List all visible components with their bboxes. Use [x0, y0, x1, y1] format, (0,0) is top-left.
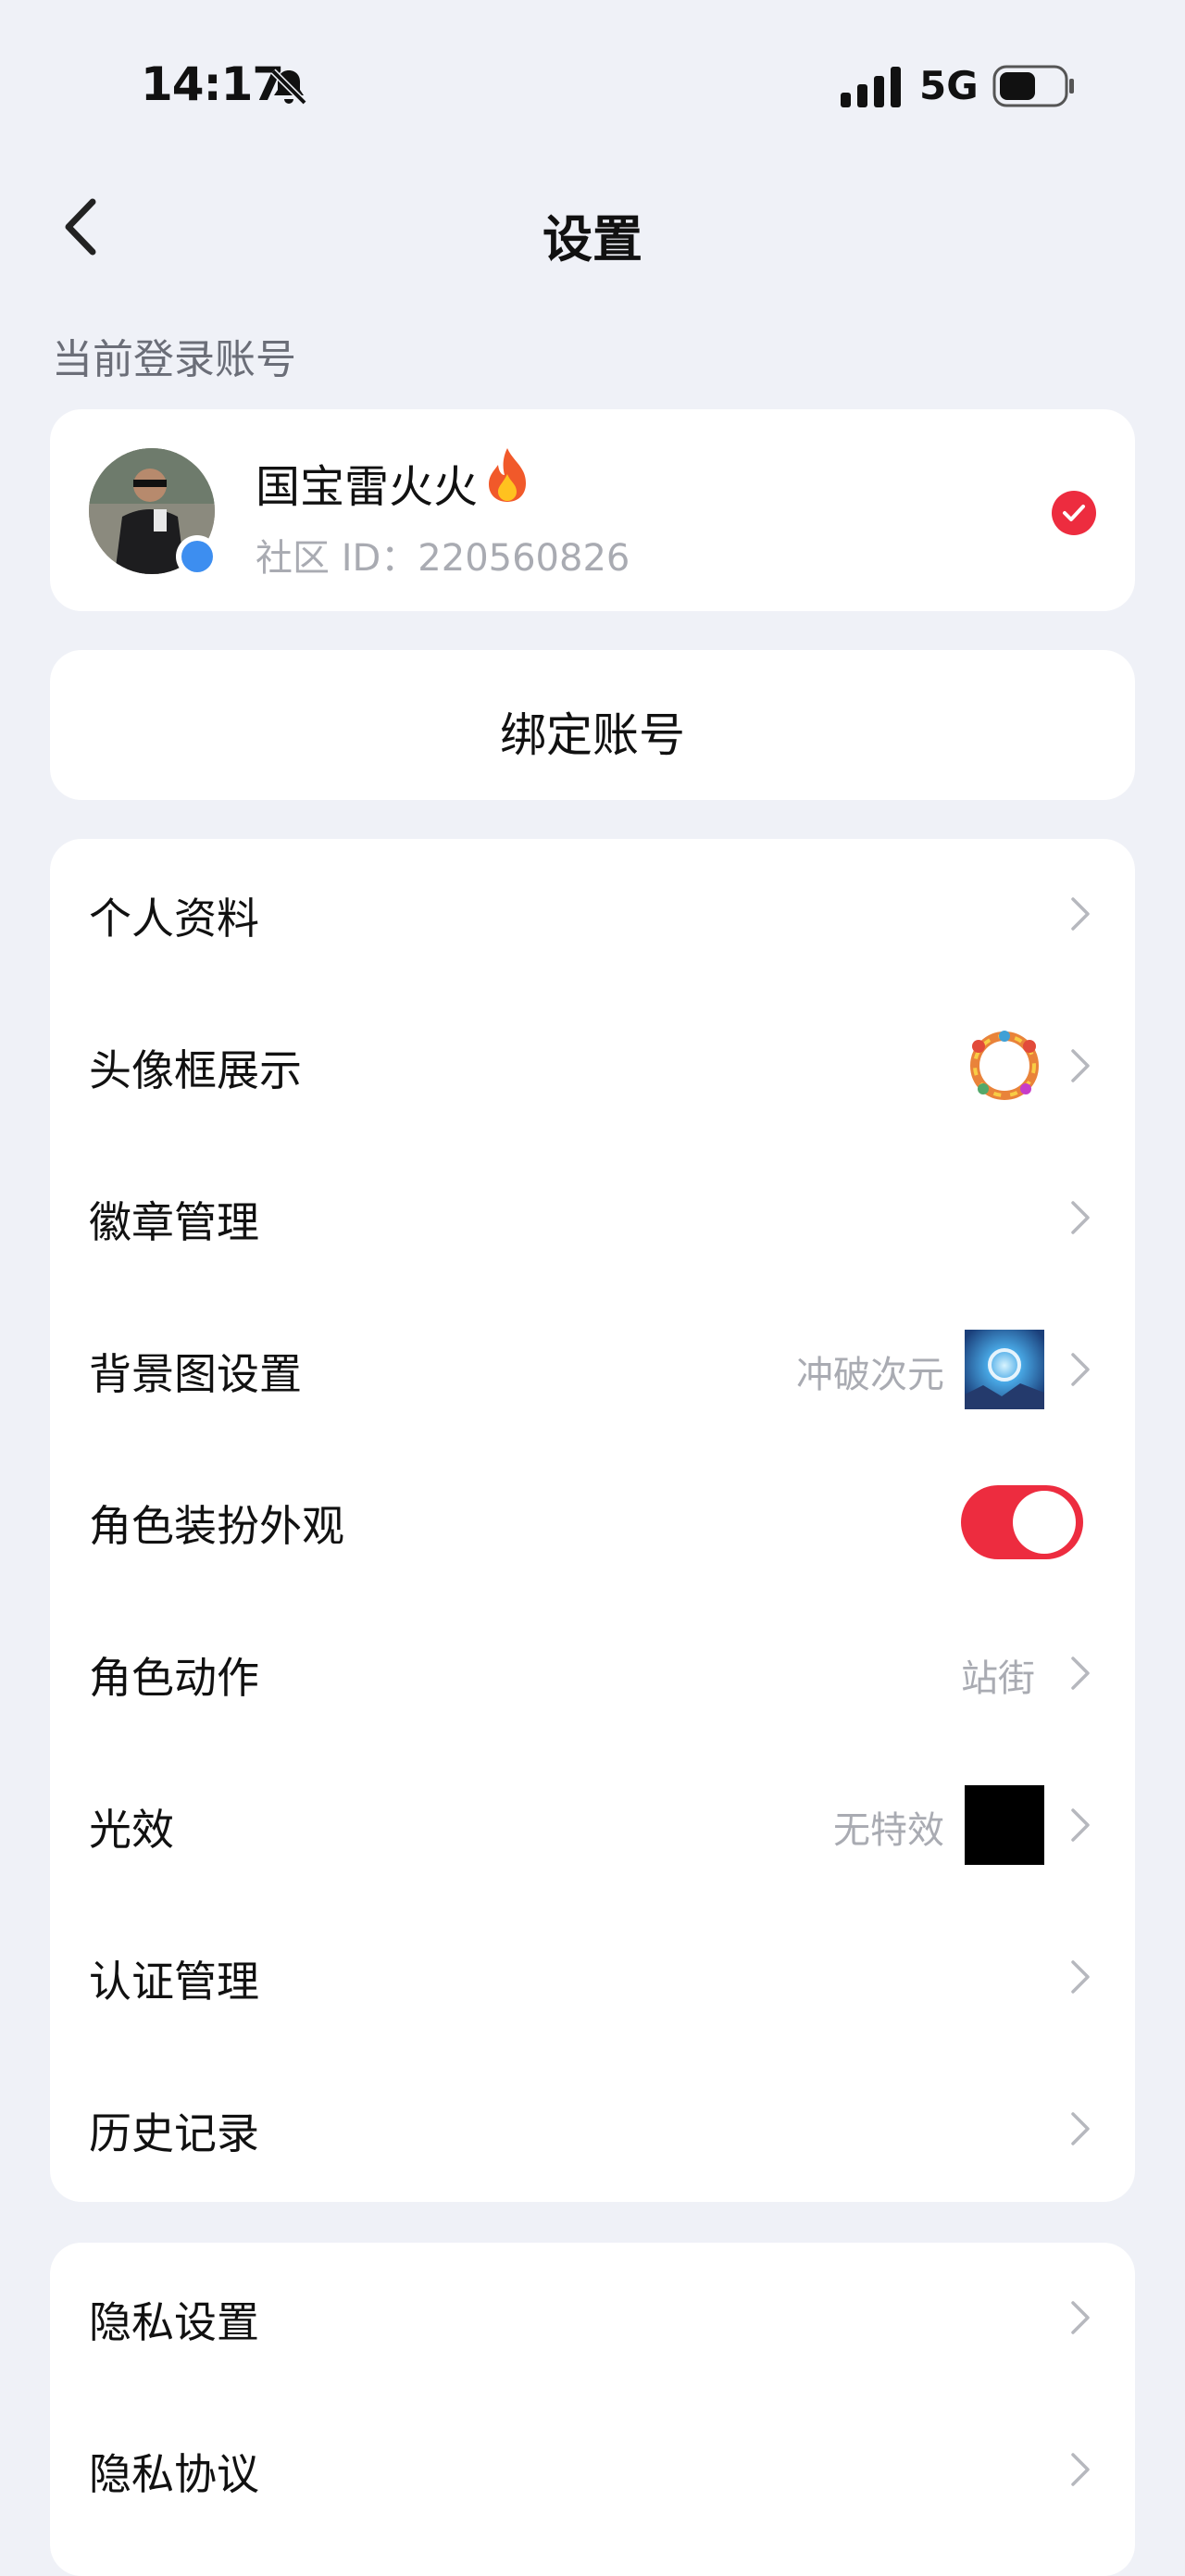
- menu-item-privacy-settings[interactable]: 隐私设置: [50, 2243, 1135, 2395]
- account-id: 社区 ID：220560826: [256, 537, 630, 580]
- menu-item-label: 头像框展示: [89, 1045, 302, 1095]
- light-effect-thumbnail: [965, 1785, 1044, 1865]
- nav-bar: 设置: [0, 176, 1185, 278]
- cellular-signal-icon: [841, 67, 901, 107]
- account-nickname: 国宝雷火火: [256, 461, 479, 513]
- fire-icon: [489, 448, 526, 502]
- menu-item-value: 站街: [961, 1657, 1035, 1700]
- menu-item-verification[interactable]: 认证管理: [50, 1902, 1135, 2054]
- avatar-frame-thumbnail: [970, 1031, 1039, 1100]
- menu-item-privacy-policy[interactable]: 隐私协议: [50, 2395, 1135, 2546]
- chevron-right-icon: [1071, 2301, 1090, 2334]
- profile-settings-menu: 个人资料 头像框展示 徽章管理 背景图设置 冲破次元 角色装扮外观 角色动作 站…: [50, 839, 1135, 2202]
- menu-item-label: 隐私设置: [89, 2297, 259, 2347]
- status-time: 14:17: [141, 57, 284, 111]
- bell-muted-icon: [270, 69, 307, 106]
- privacy-menu: 隐私设置 隐私协议: [50, 2243, 1135, 2576]
- menu-item-character-outfit: 角色装扮外观: [50, 1446, 1135, 1598]
- chevron-right-icon: [1071, 2453, 1090, 2486]
- menu-item-label: 角色动作: [89, 1653, 259, 1703]
- chevron-right-icon: [1071, 1049, 1090, 1082]
- qq-login-badge-icon: [176, 535, 218, 578]
- menu-item-avatar-frame[interactable]: 头像框展示: [50, 991, 1135, 1143]
- menu-item-label: 背景图设置: [89, 1349, 302, 1399]
- bind-account-label: 绑定账号: [500, 708, 685, 762]
- menu-item-light-effect[interactable]: 光效 无特效: [50, 1750, 1135, 1902]
- menu-item-profile[interactable]: 个人资料: [50, 839, 1135, 991]
- menu-item-label: 角色装扮外观: [89, 1501, 344, 1551]
- chevron-right-icon: [1071, 1657, 1090, 1690]
- current-account-label: 当前登录账号: [52, 336, 296, 383]
- menu-item-background-settings[interactable]: 背景图设置 冲破次元: [50, 1294, 1135, 1446]
- menu-item-badge-management[interactable]: 徽章管理: [50, 1143, 1135, 1294]
- menu-item-label: 历史记录: [89, 2108, 259, 2158]
- bind-account-button[interactable]: 绑定账号: [50, 650, 1135, 800]
- menu-item-label: 隐私协议: [89, 2449, 259, 2499]
- menu-item-label: 个人资料: [89, 894, 259, 944]
- background-thumbnail: [965, 1330, 1044, 1409]
- selected-check-icon: [1052, 491, 1096, 535]
- menu-item-label: 认证管理: [89, 1957, 259, 2007]
- menu-item-value: 冲破次元: [796, 1354, 944, 1396]
- menu-item-label: 徽章管理: [89, 1197, 259, 1247]
- chevron-right-icon: [1071, 1808, 1090, 1842]
- chevron-right-icon: [1071, 1201, 1090, 1234]
- battery-icon: [992, 65, 1074, 107]
- menu-item-value: 无特效: [833, 1809, 944, 1852]
- chevron-right-icon: [1071, 1353, 1090, 1386]
- page-title: 设置: [543, 210, 642, 269]
- network-type: 5G: [919, 63, 979, 108]
- menu-item-character-action[interactable]: 角色动作 站街: [50, 1598, 1135, 1750]
- current-account-card[interactable]: 国宝雷火火 社区 ID：220560826: [50, 409, 1135, 611]
- character-outfit-toggle[interactable]: [961, 1485, 1083, 1559]
- status-bar: 14:17 5G: [0, 0, 1185, 176]
- chevron-right-icon: [1071, 897, 1090, 931]
- menu-item-label: 光效: [89, 1805, 174, 1855]
- chevron-right-icon: [1071, 1960, 1090, 1994]
- menu-item-history[interactable]: 历史记录: [50, 2054, 1135, 2206]
- chevron-right-icon: [1071, 2112, 1090, 2145]
